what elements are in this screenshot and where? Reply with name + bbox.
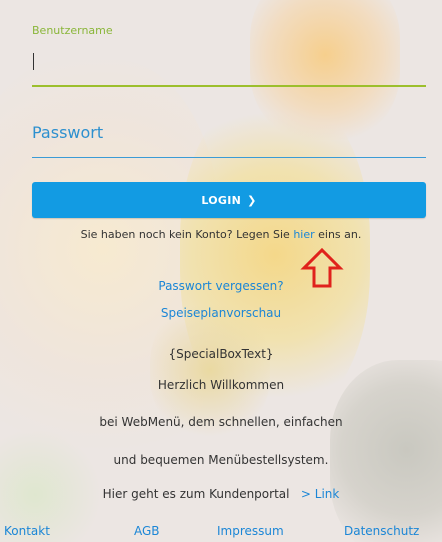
register-prompt-suffix: eins an. <box>314 228 362 241</box>
username-field-caret <box>33 53 34 70</box>
welcome-heading: Herzlich Willkommen <box>157 378 285 392</box>
footer-privacy-link[interactable]: Datenschutz <box>344 524 419 538</box>
footer-contact-link[interactable]: Kontakt <box>4 524 50 538</box>
register-prompt-text: Sie haben noch kein Konto? Legen Sie <box>80 228 294 241</box>
register-link[interactable]: hier <box>293 228 314 241</box>
forgot-password-link[interactable]: Passwort vergessen? <box>0 279 442 293</box>
customer-portal-text: Hier geht es zum Kundenportal <box>102 487 290 501</box>
menu-preview-link[interactable]: Speiseplanvorschau <box>0 306 442 320</box>
footer-terms-link[interactable]: AGB <box>134 524 160 538</box>
username-label: Benutzername <box>32 24 113 37</box>
password-field[interactable]: Passwort <box>32 123 103 142</box>
login-button[interactable]: LOGIN ❯ <box>32 182 426 218</box>
customer-portal-link[interactable]: > Link <box>301 487 339 501</box>
login-panel: Benutzername Passwort LOGIN ❯ Sie haben … <box>0 0 442 542</box>
password-field-underline <box>32 157 426 158</box>
login-button-label: LOGIN <box>201 193 242 207</box>
footer-links: Kontakt AGB Impressum Datenschutz <box>0 524 442 542</box>
special-box-text: {SpecialBoxText} <box>168 347 274 361</box>
register-prompt: Sie haben noch kein Konto? Legen Sie hie… <box>0 228 442 241</box>
username-field[interactable] <box>32 85 426 87</box>
chevron-right-icon: ❯ <box>247 193 257 207</box>
customer-portal-line: Hier geht es zum Kundenportal > Link <box>0 487 442 501</box>
footer-imprint-link[interactable]: Impressum <box>217 524 284 538</box>
welcome-line-2: und bequemen Menübestellsystem. <box>113 453 329 467</box>
welcome-line-1: bei WebMenü, dem schnellen, einfachen <box>99 415 343 429</box>
